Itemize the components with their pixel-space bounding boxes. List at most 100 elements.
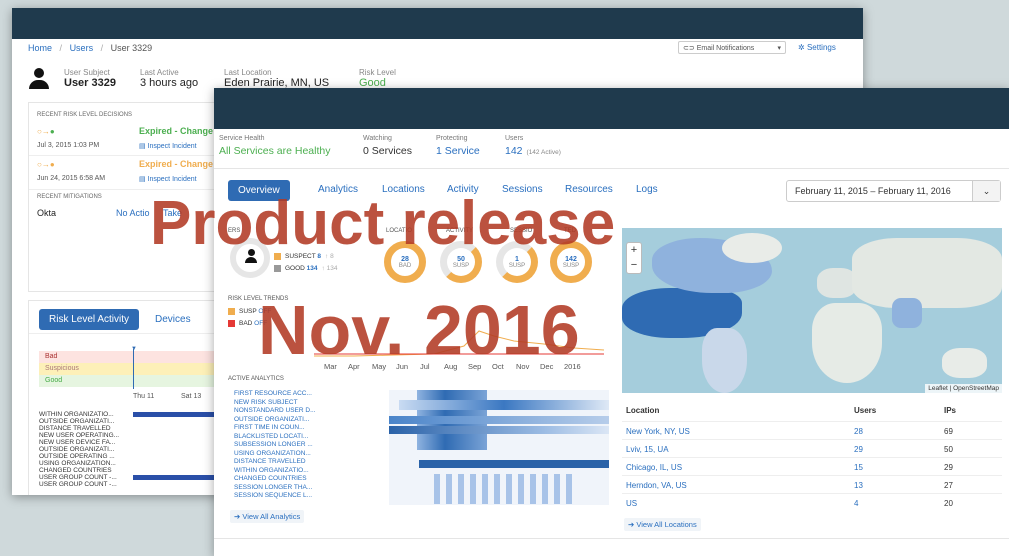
breadcrumb-users[interactable]: Users [70, 43, 94, 53]
location-ips: 29 [944, 463, 953, 472]
view-all-analytics-button[interactable]: ➔ View All Analytics [230, 510, 305, 523]
tab-devices[interactable]: Devices [155, 314, 191, 325]
location-users[interactable]: 28 [854, 427, 863, 436]
behavior-label: DISTANCE TRAVELLED [39, 425, 111, 432]
last-active: Last Active 3 hours ago [140, 68, 199, 89]
behavior-row: OUTSIDE ORGANIZATI... [39, 446, 229, 453]
location-ips: 50 [944, 445, 953, 454]
stat-value[interactable]: 1 Service [436, 145, 480, 157]
risk-level: Risk Level Good [359, 68, 396, 89]
top-nav-bar [214, 88, 1009, 129]
last-location: Last Location Eden Prairie, MN, US [224, 68, 330, 89]
location-users[interactable]: 13 [854, 481, 863, 490]
view-all-locations-button[interactable]: ➔ View All Locations [624, 518, 701, 531]
chevron-down-icon: ⌄ [972, 181, 1000, 201]
active-analytics-title: ACTIVE ANALYTICS [228, 376, 284, 382]
location-users[interactable]: 15 [854, 463, 863, 472]
analytic-item[interactable]: NONSTANDARD USER D... [234, 407, 324, 416]
breadcrumb-home[interactable]: Home [28, 43, 52, 53]
stat-1: Watching 0 Services [363, 135, 413, 157]
location-name[interactable]: Lviv, 15, UA [626, 445, 669, 454]
stat-value: 0 Services [363, 145, 413, 157]
behavior-row: WITHIN ORGANIZATIO... [39, 411, 229, 418]
decision-date: Jun 24, 2015 6:58 AM [37, 175, 106, 182]
mitigation-source: Okta [37, 208, 57, 218]
behavior-row: OUTSIDE ORGANIZATI... [39, 418, 229, 425]
analytic-item[interactable]: SESSION LONGER THA... [234, 484, 324, 493]
level-bad: Bad [39, 351, 229, 363]
location-ips: 20 [944, 499, 953, 508]
zoom-controls[interactable]: + − [626, 242, 642, 274]
level-suspicious: Suspicious [39, 363, 229, 375]
behavior-label: NEW USER OPERATING... [39, 432, 120, 439]
location-users[interactable]: 4 [854, 499, 858, 508]
analytic-item[interactable]: NEW RISK SUBJECT [234, 399, 324, 408]
legend-swatch [274, 265, 281, 272]
location-ips: 27 [944, 481, 953, 490]
behavior-row: DISTANCE TRAVELLED [39, 425, 229, 432]
analytic-item[interactable]: SESSION SEQUENCE L... [234, 492, 324, 501]
location-ips: 69 [944, 427, 953, 436]
legend-good: GOOD 134 ↑ 134 [274, 265, 384, 277]
behavior-row: USER GROUP COUNT -... [39, 481, 229, 488]
world-map[interactable]: + − Leaflet | OpenStreetMap [622, 228, 1002, 393]
behavior-row: NEW USER OPERATING... [39, 432, 229, 439]
date-range-picker[interactable]: February 11, 2015 – February 11, 2016 ⌄ [786, 180, 1001, 202]
behavior-row: USING ORGANIZATION... [39, 460, 229, 467]
behavior-label: WITHIN ORGANIZATIO... [39, 411, 114, 418]
tab-risk-level-activity[interactable]: Risk Level Activity [39, 309, 140, 330]
risk-transition-icon: ○→● [37, 160, 55, 169]
location-name[interactable]: Chicago, IL, US [626, 463, 682, 472]
stat-0: Service Health All Services are Healthy [219, 135, 331, 157]
behavior-row: CHANGED COUNTRIES [39, 467, 229, 474]
service-stats: Service Health All Services are Healthy Wa… [219, 135, 1009, 165]
location-row: US 4 20 [622, 493, 1002, 511]
overlay-date: Nov. 2016 [258, 291, 580, 369]
behavior-row: USER GROUP COUNT -... [39, 474, 229, 481]
location-row: Lviv, 15, UA 29 50 [622, 439, 1002, 457]
behavior-row: OUTSIDE OPERATING ... [39, 453, 229, 460]
zoom-in-icon[interactable]: + [627, 243, 641, 258]
timeline-marker-icon[interactable]: ▼ [131, 346, 137, 352]
decision-status: Expired - Change [139, 159, 214, 169]
analytic-item[interactable]: WITHIN ORGANIZATIO... [234, 467, 324, 476]
map-attribution[interactable]: Leaflet | OpenStreetMap [925, 384, 1002, 393]
overlay-title: Product release [150, 189, 616, 258]
breadcrumb: Home / Users / User 3329 [28, 43, 153, 53]
stat-value[interactable]: 142 (142 Active) [505, 145, 561, 157]
zoom-out-icon[interactable]: − [627, 258, 641, 273]
analytic-item[interactable]: OUTSIDE ORGANIZATI... [234, 416, 324, 425]
analytic-item[interactable]: DISTANCE TRAVELLED [234, 458, 324, 467]
settings-link[interactable]: ✲ Settings [798, 43, 836, 52]
location-name[interactable]: Herndon, VA, US [626, 481, 687, 490]
user-subject: User Subject User 3329 [64, 68, 116, 89]
behavior-label: CHANGED COUNTRIES [39, 467, 112, 474]
tab-logs[interactable]: Logs [636, 184, 658, 195]
email-notifications-button[interactable]: ⊂⊃ Email Notifications ▾ [678, 41, 786, 54]
inspect-incident-link[interactable]: ▤ Inspect Incident [139, 175, 197, 183]
analytic-item[interactable]: BLACKLISTED LOCATI... [234, 433, 324, 442]
level-good: Good [39, 375, 229, 387]
mitigation-action: No Actio [116, 208, 150, 218]
analytic-item[interactable]: CHANGED COUNTRIES [234, 475, 324, 484]
user-avatar-icon [28, 68, 50, 90]
analytic-item[interactable]: FIRST RESOURCE ACC... [234, 390, 324, 399]
trend-up-icon: ↑ 134 [321, 265, 338, 273]
decision-status: Expired - Change [139, 126, 214, 136]
inspect-incident-link[interactable]: ▤ Inspect Incident [139, 142, 197, 150]
arrow-right-icon: ➔ [234, 512, 241, 521]
behavior-label: USER GROUP COUNT -... [39, 481, 117, 488]
behavior-label: OUTSIDE OPERATING ... [39, 453, 115, 460]
location-name[interactable]: US [626, 499, 637, 508]
analytic-item[interactable]: USING ORGANIZATION... [234, 450, 324, 459]
stat-3: Users 142 (142 Active) [505, 135, 561, 157]
stat-2: Protecting 1 Service [436, 135, 480, 157]
analytic-item[interactable]: SUBSESSION LONGER ... [234, 441, 324, 450]
location-name[interactable]: New York, NY, US [626, 427, 690, 436]
arrow-right-icon: ➔ [628, 520, 635, 529]
analytic-item[interactable]: FIRST TIME IN COUN... [234, 424, 324, 433]
stat-value: All Services are Healthy [219, 145, 331, 157]
behavior-row: NEW USER DEVICE FA... [39, 439, 229, 446]
location-users[interactable]: 29 [854, 445, 863, 454]
location-row: Chicago, IL, US 15 29 [622, 457, 1002, 475]
